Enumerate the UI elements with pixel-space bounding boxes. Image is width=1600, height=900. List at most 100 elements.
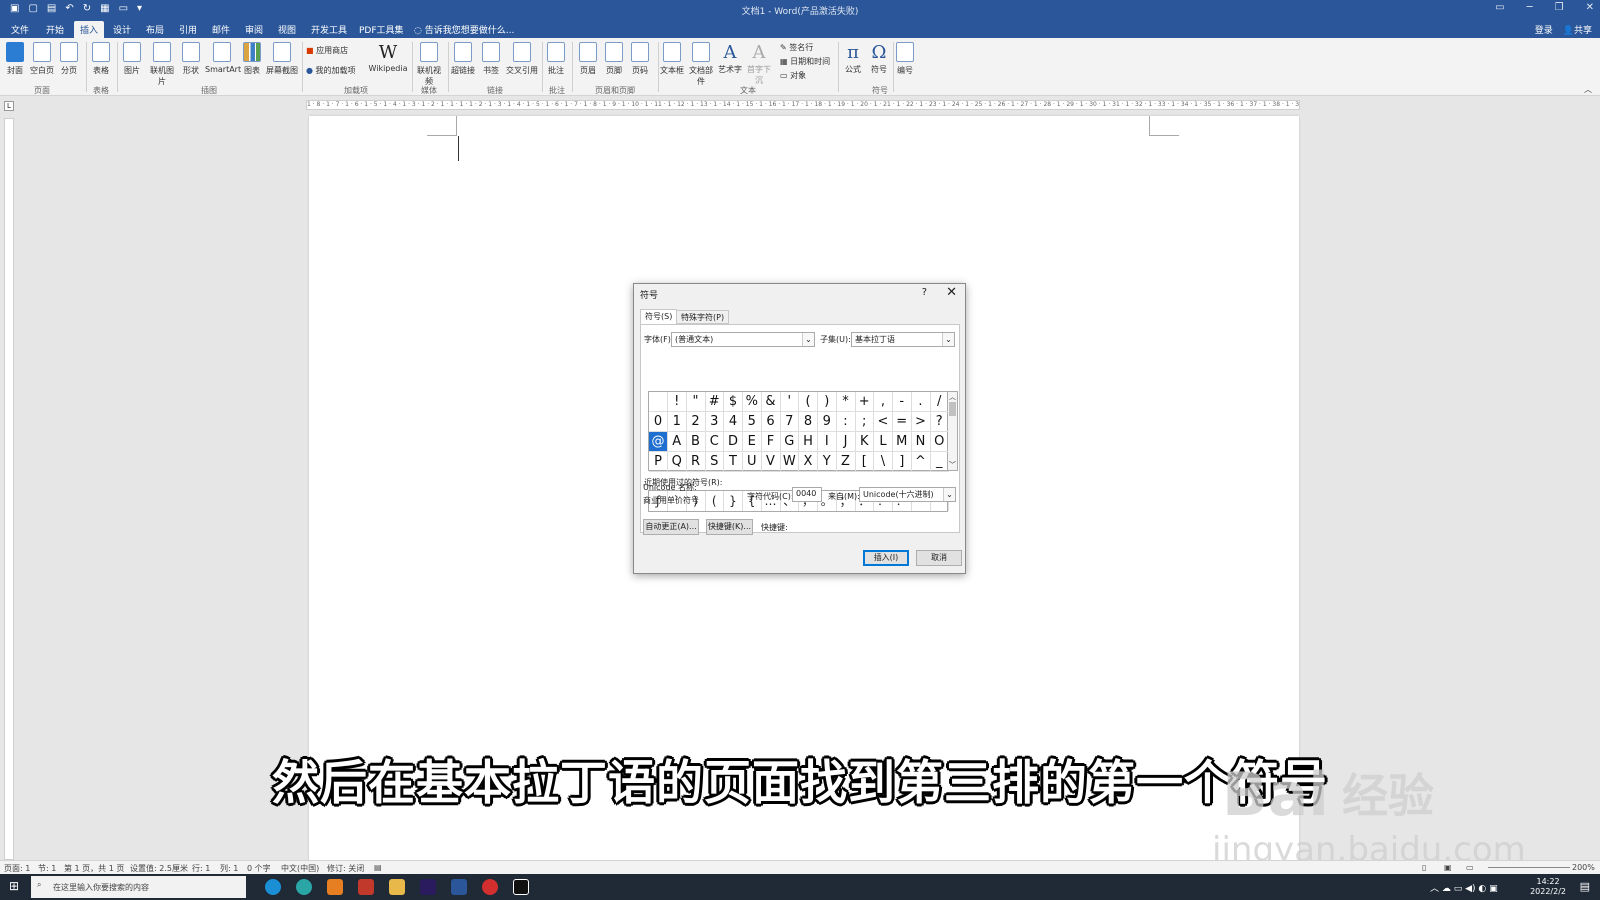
my-addins-button[interactable]: ● 我的加载项 [306, 65, 356, 76]
quick-parts-button[interactable]: 文档部件 [686, 42, 716, 87]
symbol-cell[interactable]: > [911, 412, 931, 432]
recent-symbol-cell[interactable]: ( [705, 491, 725, 511]
zoom-slider[interactable] [1488, 867, 1570, 868]
bookmark-button[interactable]: 书签 [478, 42, 504, 76]
tab-pdf[interactable]: PDF工具集 [359, 23, 404, 36]
symbol-cell[interactable]: 2 [686, 412, 706, 432]
date-time-button[interactable]: ▦ 日期和时间 [780, 56, 830, 67]
tell-me-box[interactable]: ◌ 告诉我您想要做什么... [414, 23, 514, 36]
tab-developer[interactable]: 开发工具 [311, 23, 347, 36]
chart-button[interactable]: 图表 [239, 42, 265, 76]
tab-symbols[interactable]: 符号(S) [640, 309, 678, 325]
scroll-thumb[interactable] [949, 402, 956, 416]
symbol-cell[interactable]: P [649, 452, 668, 472]
symbol-cell[interactable]: Y [817, 452, 837, 472]
symbol-cell[interactable]: H [799, 432, 818, 452]
symbol-cell[interactable]: ^ [911, 452, 931, 472]
screenshot-button[interactable]: 屏幕截图 [266, 42, 298, 76]
comment-button[interactable]: 批注 [543, 42, 569, 76]
premiere-icon[interactable] [420, 879, 436, 895]
symbol-cell[interactable]: X [799, 452, 818, 472]
tab-references[interactable]: 引用 [179, 23, 197, 36]
symbol-cell[interactable]: B [686, 432, 706, 452]
symbol-cell[interactable]: + [855, 392, 875, 412]
print-layout-icon[interactable]: ▣ [1444, 863, 1452, 872]
share-button[interactable]: 👤共享 [1563, 23, 1592, 36]
capcut-icon[interactable] [513, 879, 529, 895]
symbol-cell[interactable]: " [686, 392, 706, 412]
symbol-cell[interactable]: R [686, 452, 706, 472]
symbol-cell[interactable]: $ [724, 392, 743, 412]
symbol-cell[interactable]: M [892, 432, 912, 452]
symbol-cell[interactable]: - [892, 392, 912, 412]
status-track-changes[interactable]: 修订: 关闭 [327, 863, 364, 874]
font-select[interactable]: (普通文本) ⌄ [671, 332, 815, 347]
equation-button[interactable]: π 公式 [840, 42, 866, 75]
scroll-up-icon[interactable]: ︿ [949, 392, 956, 402]
picture-button[interactable]: 图片 [119, 42, 145, 76]
object-button[interactable]: ▭ 对象 [780, 70, 806, 81]
tab-review[interactable]: 审阅 [245, 23, 263, 36]
page-number-button[interactable]: 页码 [627, 42, 653, 76]
symbol-cell[interactable]: ] [892, 452, 912, 472]
symbol-cell[interactable]: ; [855, 412, 875, 432]
symbol-cell[interactable]: 8 [799, 412, 818, 432]
symbol-cell[interactable]: E [742, 432, 762, 452]
symbol-cell[interactable]: W [780, 452, 800, 472]
status-pages[interactable]: 第 1 页，共 1 页 [64, 863, 124, 874]
symbol-cell[interactable]: @ [649, 432, 668, 452]
symbol-cell[interactable]: \ [874, 452, 893, 472]
symbol-button[interactable]: Ω 符号 [866, 42, 892, 75]
tab-special-characters[interactable]: 特殊字符(P) [676, 310, 730, 324]
symbol-cell[interactable]: , [874, 392, 893, 412]
help-icon[interactable]: ? [922, 287, 927, 298]
shapes-button[interactable]: 形状 [178, 42, 204, 76]
online-video-button[interactable]: 联机视频 [414, 42, 444, 87]
close-icon[interactable]: ✕ [946, 285, 957, 300]
symbol-cell[interactable]: K [855, 432, 875, 452]
tab-layout[interactable]: 布局 [146, 23, 164, 36]
tab-selector[interactable]: L [4, 101, 14, 111]
ribbon-display-icon[interactable]: ▭ [1495, 2, 1504, 13]
footer-button[interactable]: 页脚 [601, 42, 627, 76]
symbol-cell[interactable]: 6 [761, 412, 781, 432]
tab-file[interactable]: 文件 [11, 23, 29, 36]
close-icon[interactable]: ✕ [1586, 2, 1594, 13]
symbol-cell[interactable]: G [780, 432, 800, 452]
symbol-cell[interactable]: F [761, 432, 781, 452]
macro-icon[interactable]: ▤ [374, 863, 382, 872]
symbol-cell[interactable]: Z [836, 452, 856, 472]
system-tray-icons[interactable]: ︿ ☁ ▭ ◀) ◐ ▣ [1430, 881, 1498, 894]
symbol-cell[interactable]: [ [855, 452, 875, 472]
symbol-cell[interactable]: ) [817, 392, 837, 412]
tab-design[interactable]: 设计 [113, 23, 131, 36]
word-icon[interactable] [451, 879, 467, 895]
symbol-cell[interactable]: Q [667, 452, 687, 472]
cross-reference-button[interactable]: 交叉引用 [505, 42, 539, 76]
read-mode-icon[interactable]: ▯ [1422, 863, 1426, 872]
status-language[interactable]: 中文(中国) [281, 863, 319, 874]
symbol-cell[interactable]: T [724, 452, 743, 472]
status-line[interactable]: 行: 1 [192, 863, 210, 874]
symbol-cell[interactable]: J [836, 432, 856, 452]
wordart-button[interactable]: A 艺术字 [717, 42, 743, 75]
symbol-cell[interactable] [649, 392, 668, 412]
symbol-cell[interactable]: ? [930, 412, 950, 432]
page-break-button[interactable]: 分页 [56, 42, 82, 76]
symbol-cell[interactable]: C [705, 432, 725, 452]
symbol-cell[interactable]: % [742, 392, 762, 412]
symbol-cell[interactable]: A [667, 432, 687, 452]
store-button[interactable]: ■ 应用商店 [306, 45, 348, 56]
symbol-cell[interactable]: L [874, 432, 893, 452]
cancel-button[interactable]: 取消 [916, 550, 962, 566]
drop-cap-button[interactable]: A 首字下沉 [744, 42, 774, 86]
symbol-cell[interactable]: : [836, 412, 856, 432]
symbol-cell[interactable]: 1 [667, 412, 687, 432]
tab-insert[interactable]: 插入 [74, 21, 105, 38]
blank-page-button[interactable]: 空白页 [29, 42, 55, 76]
symbol-cell[interactable]: * [836, 392, 856, 412]
signature-line-button[interactable]: ✎ 签名行 [780, 42, 813, 53]
recent-symbol-cell[interactable]: } [724, 491, 743, 511]
symbol-grid[interactable]: ! " # $% & '() * +, -./ 0 1 2 3 4 5 6 7 8 9:; < = >? @ A B C D E F G H… [648, 391, 950, 472]
symbol-cell[interactable]: N [911, 432, 931, 452]
